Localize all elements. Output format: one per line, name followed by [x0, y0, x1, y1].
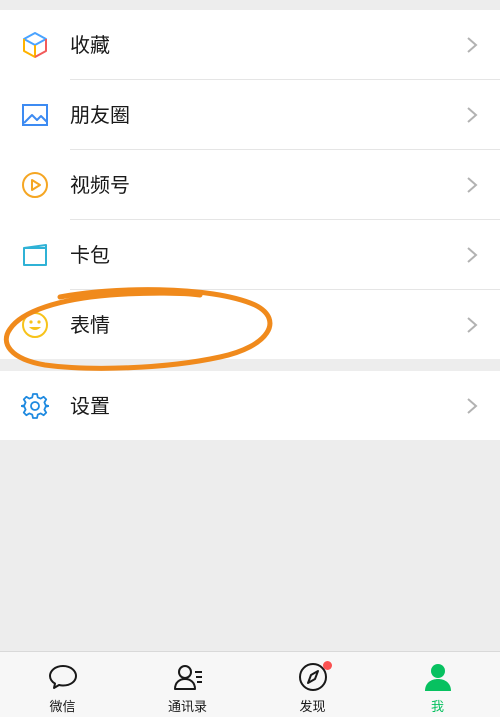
notification-dot	[322, 661, 332, 670]
me-menu-group: 收藏 朋友圈 视频号 卡包 表情	[0, 10, 500, 359]
gear-icon	[20, 392, 50, 420]
tab-label: 微信	[49, 700, 76, 715]
chevron-right-icon	[467, 247, 478, 263]
tab-label: 发现	[299, 700, 326, 715]
menu-item-favorites[interactable]: 收藏	[0, 10, 500, 80]
menu-item-label: 设置	[70, 394, 110, 418]
menu-item-settings[interactable]: 设置	[0, 371, 500, 441]
menu-item-stickers[interactable]: 表情	[0, 290, 500, 360]
image-icon	[20, 101, 50, 129]
menu-item-moments[interactable]: 朋友圈	[0, 80, 500, 150]
menu-item-label: 朋友圈	[70, 103, 130, 127]
top-spacer	[0, 0, 500, 10]
menu-item-channels[interactable]: 视频号	[0, 150, 500, 220]
chevron-right-icon	[467, 37, 478, 53]
chevron-right-icon	[467, 177, 478, 193]
card-wallet-icon	[20, 241, 50, 269]
menu-item-cards[interactable]: 卡包	[0, 220, 500, 290]
tab-contacts[interactable]: 通讯录	[125, 652, 250, 717]
cube-icon	[20, 31, 50, 59]
tab-label: 通讯录	[167, 700, 207, 715]
person-icon	[424, 664, 451, 691]
contacts-icon	[173, 665, 202, 690]
chevron-right-icon	[467, 398, 478, 414]
chevron-right-icon	[467, 107, 478, 123]
settings-group: 设置	[0, 371, 500, 440]
menu-item-label: 表情	[70, 313, 110, 337]
menu-item-label: 卡包	[70, 243, 110, 267]
chevron-right-icon	[467, 317, 478, 333]
bottom-tab-bar: 微信 通讯录 发现 我	[0, 651, 500, 717]
tab-me[interactable]: 我	[375, 652, 500, 717]
chat-bubble-icon	[48, 665, 77, 689]
tab-label: 我	[430, 700, 444, 715]
tab-discover[interactable]: 发现	[250, 652, 375, 717]
play-circle-icon	[20, 171, 50, 199]
menu-item-label: 视频号	[70, 173, 130, 197]
tab-chats[interactable]: 微信	[0, 652, 125, 717]
menu-item-label: 收藏	[70, 33, 110, 57]
smiley-icon	[20, 311, 50, 339]
